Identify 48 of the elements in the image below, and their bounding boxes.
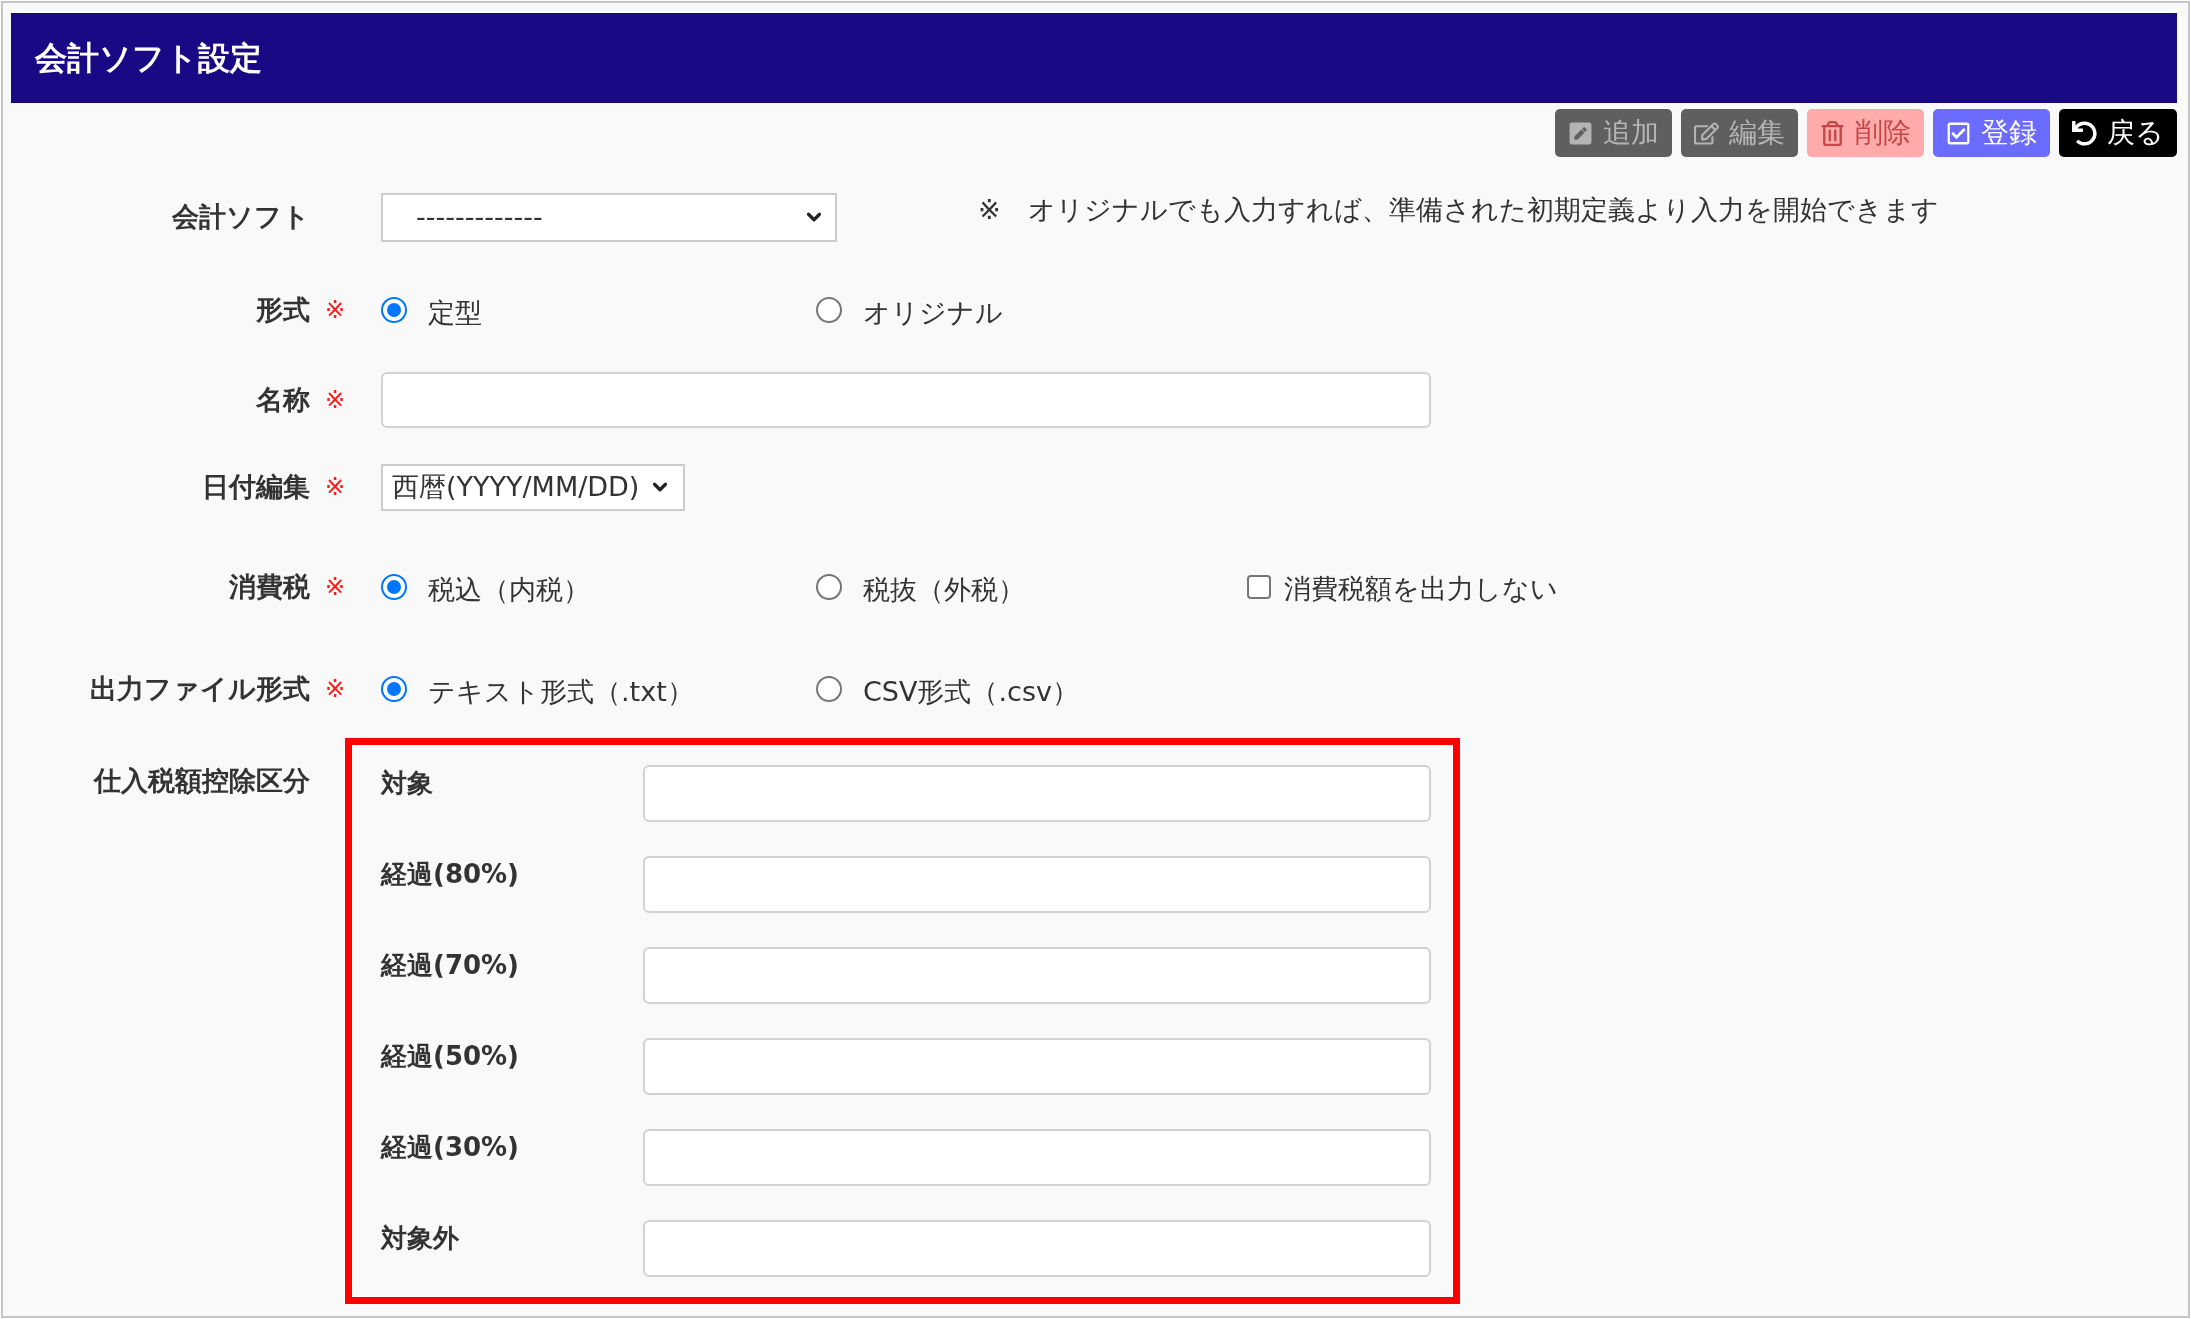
sub-field-label: 対象 — [381, 768, 433, 798]
required-mark: ※ — [324, 295, 345, 326]
radio-button[interactable] — [381, 676, 407, 702]
radio-label: 税抜（外税） — [863, 573, 1025, 607]
required-mark: ※ — [324, 385, 345, 416]
input-field[interactable] — [643, 856, 1431, 913]
radio-label: 定型 — [428, 296, 482, 330]
radio-button[interactable] — [816, 574, 842, 600]
required-mark: ※ — [324, 472, 345, 503]
input-field[interactable] — [643, 1038, 1431, 1095]
input-field[interactable] — [643, 947, 1431, 1004]
help-note: ※ オリジナルでも入力すれば、準備された初期定義より入力を開始できます — [978, 193, 1939, 227]
toolbar-button[interactable]: 戻る — [2059, 109, 2177, 157]
radio-button[interactable] — [381, 574, 407, 600]
field-label: 会計ソフト — [172, 200, 310, 234]
pencil-edit-icon — [1694, 120, 1719, 146]
radio-label: テキスト形式（.txt） — [428, 675, 694, 709]
field-label: 消費税 — [229, 570, 310, 604]
field-label: 仕入税額控除区分 — [94, 764, 310, 798]
page-title: 会計ソフト設定 — [35, 42, 262, 74]
select-dropdown[interactable]: 西暦(YYYY/MM/DD) — [381, 463, 686, 511]
toolbar-button[interactable]: 登録 — [1933, 109, 2050, 157]
sub-field-label: 対象外 — [381, 1223, 459, 1253]
input-field[interactable] — [643, 765, 1431, 822]
select-dropdown[interactable]: ------------- — [381, 192, 837, 242]
field-label: 日付編集 — [202, 470, 310, 504]
input-field[interactable] — [643, 1129, 1431, 1186]
radio-label: 税込（内税） — [428, 573, 590, 607]
radio-button[interactable] — [816, 676, 842, 702]
radio-label: オリジナル — [863, 296, 1003, 330]
field-label: 形式 — [256, 293, 310, 327]
checkbox[interactable] — [1247, 575, 1271, 599]
input-field[interactable] — [381, 372, 1431, 428]
required-mark: ※ — [324, 674, 345, 705]
field-label: 出力ファイル形式 — [90, 672, 310, 706]
radio-label: CSV形式（.csv） — [863, 675, 1079, 709]
field-label: 名称 — [256, 383, 310, 417]
radio-button[interactable] — [381, 297, 407, 323]
sub-field-label: 経過(30%) — [381, 1132, 519, 1162]
sub-field-label: 経過(50%) — [381, 1041, 519, 1071]
radio-button[interactable] — [816, 297, 842, 323]
checkbox-label: 消費税額を出力しない — [1284, 572, 1558, 606]
sub-field-label: 経過(80%) — [381, 859, 519, 889]
input-field[interactable] — [643, 1220, 1431, 1277]
undo-icon — [2072, 120, 2097, 146]
trash-icon — [1820, 120, 1845, 146]
sub-field-label: 経過(70%) — [381, 950, 519, 980]
required-mark: ※ — [324, 572, 345, 603]
